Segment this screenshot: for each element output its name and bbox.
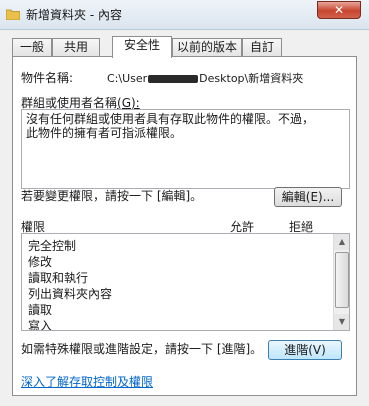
learn-access-control-link[interactable]: 深入了解存取控制及權限 [21,373,153,390]
object-path-prefix: C:\User [107,72,148,85]
no-access-line-2: 此物件的擁有者可指派權限。 [26,126,183,140]
groups-label-accel: (G): [117,96,140,110]
tab-security[interactable]: 安全性 [112,36,172,58]
perm-write: 寫入 [28,319,53,331]
scroll-up-icon[interactable]: ▲ [334,234,349,250]
object-path: C:\User Desktop\新增資料夾 [107,70,303,86]
perm-read: 讀取 [28,303,53,317]
edit-hint: 若要變更權限，請按一下 [編輯]。 [21,189,203,203]
tab-strip: 一般 共用 安全性 以前的版本 自訂 [12,36,357,58]
scroll-thumb[interactable] [335,252,349,308]
object-path-suffix: Desktop\新增資料夾 [199,72,304,85]
tab-previous-versions[interactable]: 以前的版本 [172,38,242,57]
advanced-button[interactable]: 進階(V) [268,340,342,360]
permissions-scrollbar[interactable]: ▲ ▼ [333,234,349,330]
permissions-list[interactable]: 完全控制 修改 讀取和執行 列出資料夾內容 讀取 寫入 ▲ ▼ [21,233,350,331]
no-access-line-1: 沒有任何群組或使用者具有存取此物件的權限。不過， [26,112,315,126]
scroll-down-icon[interactable]: ▼ [334,314,349,330]
window-title: 新增資料夾 - 內容 [26,8,122,22]
advanced-hint: 如需特殊權限或進階設定，請按一下 [進階]。 [21,342,263,356]
tab-sharing[interactable]: 共用 [52,38,100,57]
no-access-message: 沒有任何群組或使用者具有存取此物件的權限。不過， 此物件的擁有者可指派權限。 [26,112,345,140]
redacted-username [148,75,199,83]
perm-list-folder: 列出資料夾內容 [28,287,113,301]
security-panel: 物件名稱: C:\User Desktop\新增資料夾 群組或使用者名稱(G): … [12,56,357,396]
edit-button[interactable]: 編輯(E)... [274,187,342,207]
groups-list[interactable]: 沒有任何群組或使用者具有存取此物件的權限。不過， 此物件的擁有者可指派權限。 [21,109,350,189]
folder-icon [6,9,20,20]
perm-modify: 修改 [28,255,53,269]
perm-read-execute: 讀取和執行 [28,271,89,285]
close-button[interactable]: ✕ [317,1,361,19]
title-bar[interactable]: 新增資料夾 - 內容 ✕ [0,0,369,30]
properties-window: 新增資料夾 - 內容 ✕ 一般 共用 安全性 以前的版本 自訂 物件名稱: C:… [0,0,369,406]
object-name-label: 物件名稱: [21,71,74,85]
tab-general[interactable]: 一般 [12,38,52,57]
groups-label-text: 群組或使用者名稱 [21,96,118,110]
perm-full-control: 完全控制 [28,239,77,253]
tab-customize[interactable]: 自訂 [242,38,282,57]
